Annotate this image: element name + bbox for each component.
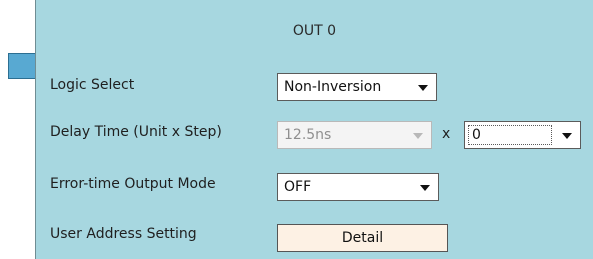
delay-unit-value: 12.5ns <box>284 127 332 143</box>
detail-button[interactable]: Detail <box>277 224 448 252</box>
chevron-down-icon <box>562 133 572 139</box>
user-address-label: User Address Setting <box>50 226 197 242</box>
output-connector <box>8 53 36 79</box>
multiplier-symbol: x <box>442 126 451 142</box>
delay-step-dropdown[interactable]: 0 <box>464 121 581 149</box>
error-output-mode-label: Error-time Output Mode <box>50 176 216 192</box>
logic-select-value: Non-Inversion <box>284 79 382 95</box>
chevron-down-icon <box>420 185 430 191</box>
delay-time-label: Delay Time (Unit x Step) <box>50 124 222 140</box>
chevron-down-icon <box>413 133 423 139</box>
delay-step-value: 0 <box>472 127 481 143</box>
logic-select-label: Logic Select <box>50 77 135 93</box>
left-strip <box>0 0 36 259</box>
error-output-mode-dropdown[interactable]: OFF <box>277 173 439 201</box>
chevron-down-icon <box>418 85 428 91</box>
error-output-mode-value: OFF <box>284 179 312 195</box>
logic-select-dropdown[interactable]: Non-Inversion <box>277 73 437 101</box>
panel-title: OUT 0 <box>292 23 337 39</box>
delay-unit-dropdown: 12.5ns <box>277 121 432 149</box>
out-settings-panel: OUT 0 Logic Select Non-Inversion Delay T… <box>35 0 593 259</box>
